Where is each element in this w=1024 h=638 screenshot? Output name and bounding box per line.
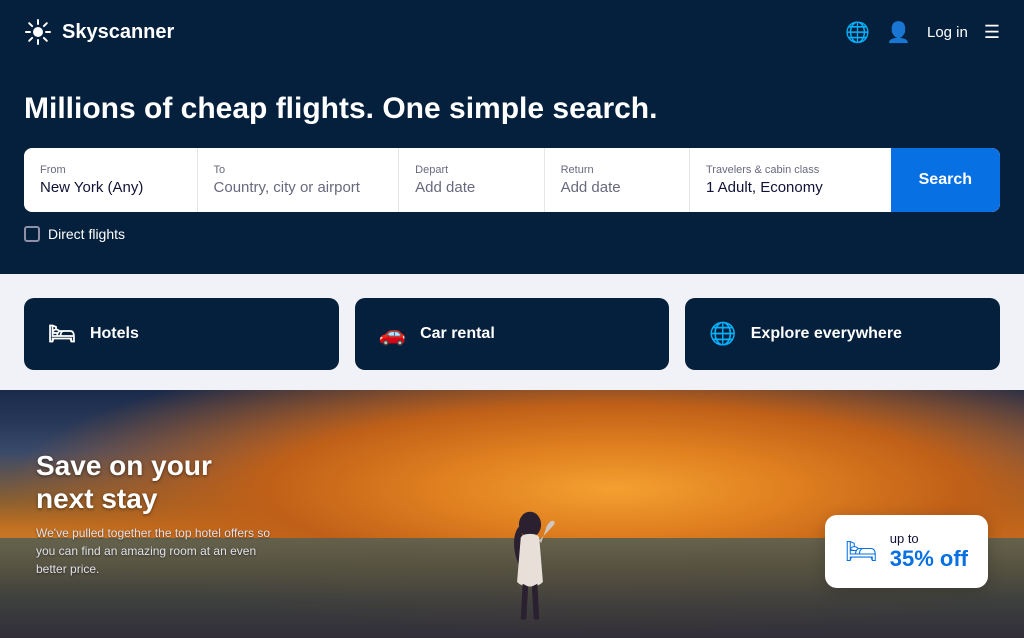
search-bar: From New York (Any) To Country, city or … bbox=[24, 148, 1000, 212]
navbar: Skyscanner 🌐 👤 Log in ☰ bbox=[0, 0, 1024, 64]
depart-field[interactable]: Depart Add date bbox=[399, 148, 544, 212]
promo-headline: Save on your next stay bbox=[36, 449, 276, 516]
promo-headline-line1: Save on your bbox=[36, 450, 212, 481]
direct-flights-row: Direct flights bbox=[24, 226, 1000, 242]
globe-icon[interactable]: 🌐 bbox=[845, 20, 870, 45]
direct-flights-label[interactable]: Direct flights bbox=[48, 226, 125, 242]
search-button[interactable]: Search bbox=[891, 148, 1000, 212]
promo-headline-line2: next stay bbox=[36, 483, 157, 514]
menu-icon[interactable]: ☰ bbox=[984, 22, 1000, 43]
to-field[interactable]: To Country, city or airport bbox=[198, 148, 400, 212]
explore-button[interactable]: 🌐 Explore everywhere bbox=[685, 298, 1000, 370]
return-label: Return bbox=[561, 164, 673, 176]
promo-person-silhouette bbox=[500, 508, 560, 628]
from-label: From bbox=[40, 164, 181, 176]
hotels-label: Hotels bbox=[90, 325, 139, 343]
depart-value: Add date bbox=[415, 179, 527, 196]
badge-up-text: up to bbox=[890, 531, 968, 546]
from-value: New York (Any) bbox=[40, 179, 181, 196]
direct-flights-checkbox[interactable] bbox=[24, 226, 40, 242]
return-field[interactable]: Return Add date bbox=[545, 148, 690, 212]
promo-text-area: Save on your next stay We've pulled toge… bbox=[36, 449, 276, 578]
skyscanner-logo-icon bbox=[24, 18, 52, 46]
car-rental-button[interactable]: 🚗 Car rental bbox=[355, 298, 670, 370]
car-rental-label: Car rental bbox=[420, 325, 495, 343]
travelers-label: Travelers & cabin class bbox=[706, 164, 875, 176]
promo-section: Save on your next stay We've pulled toge… bbox=[0, 390, 1024, 638]
badge-discount-text: 35% off bbox=[890, 546, 968, 572]
hotels-button[interactable]: 🛏 Hotels bbox=[24, 298, 339, 370]
user-icon[interactable]: 👤 bbox=[886, 20, 911, 45]
nav-actions: 🌐 👤 Log in ☰ bbox=[845, 20, 1000, 45]
hotel-icon: 🛏 bbox=[48, 321, 76, 347]
hero-title: Millions of cheap flights. One simple se… bbox=[24, 92, 1000, 126]
travelers-field[interactable]: Travelers & cabin class 1 Adult, Economy bbox=[690, 148, 891, 212]
badge-text-area: up to 35% off bbox=[890, 531, 968, 572]
services-section: 🛏 Hotels 🚗 Car rental 🌐 Explore everywhe… bbox=[0, 274, 1024, 390]
globe-explore-icon: 🌐 bbox=[709, 321, 736, 347]
discount-badge: 🛏 up to 35% off bbox=[825, 515, 988, 588]
brand-name: Skyscanner bbox=[62, 21, 174, 44]
explore-label: Explore everywhere bbox=[751, 325, 902, 343]
login-button[interactable]: Log in bbox=[927, 24, 968, 41]
brand-area: Skyscanner bbox=[24, 18, 174, 46]
promo-subtext: We've pulled together the top hotel offe… bbox=[36, 524, 276, 578]
badge-bed-icon: 🛏 bbox=[845, 536, 878, 567]
hero-section: Millions of cheap flights. One simple se… bbox=[0, 64, 1024, 274]
car-icon: 🚗 bbox=[379, 321, 406, 347]
depart-label: Depart bbox=[415, 164, 527, 176]
return-value: Add date bbox=[561, 179, 673, 196]
travelers-value: 1 Adult, Economy bbox=[706, 179, 875, 196]
to-value: Country, city or airport bbox=[214, 179, 383, 196]
to-label: To bbox=[214, 164, 383, 176]
from-field[interactable]: From New York (Any) bbox=[24, 148, 198, 212]
